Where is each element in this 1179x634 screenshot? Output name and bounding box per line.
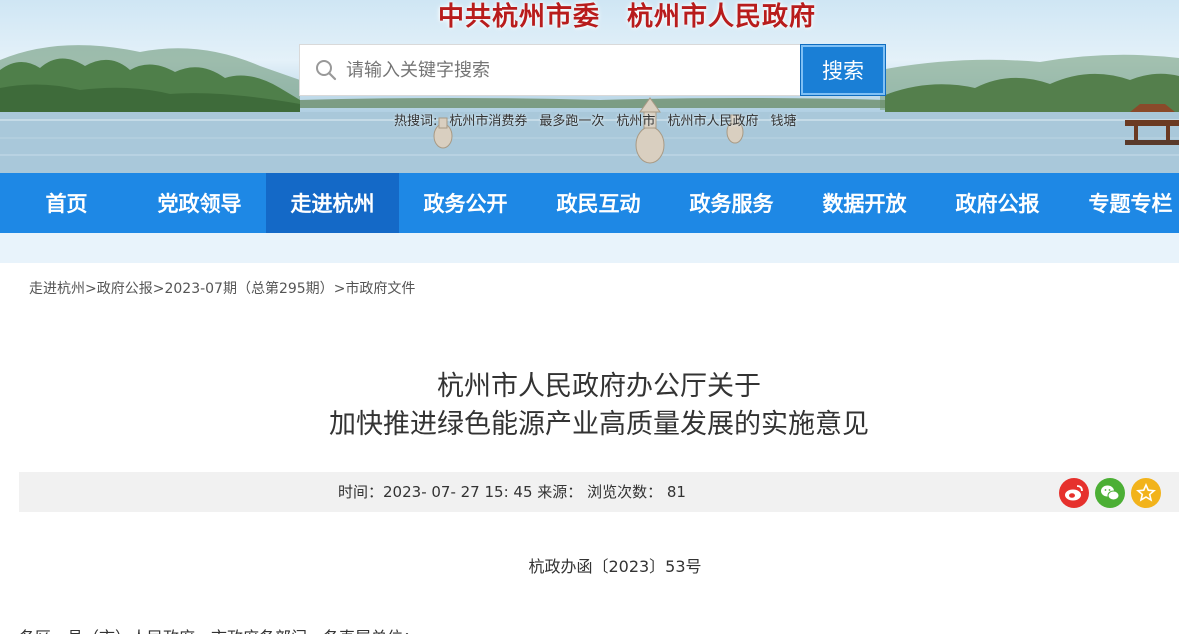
breadcrumb-link[interactable]: 政府公报 — [97, 281, 153, 297]
breadcrumb-separator: > — [152, 281, 165, 297]
nav-item-leadership[interactable]: 党政领导 — [133, 173, 266, 233]
sub-nav-strip — [0, 233, 1179, 263]
wechat-glyph — [1101, 485, 1120, 501]
breadcrumb-link[interactable]: 2023-07期（总第295期） — [164, 281, 333, 297]
article-title-line1: 杭州市人民政府办公厅关于 — [437, 371, 761, 402]
hot-word-link[interactable]: 杭州市人民政府 — [667, 110, 758, 129]
article-meta: 时间：2023- 07- 27 15: 45 来源： 浏览次数： 81 — [338, 472, 686, 512]
article-meta-bar: 时间：2023- 07- 27 15: 45 来源： 浏览次数： 81 — [19, 472, 1179, 512]
meta-views-label: 浏览次数： — [587, 483, 663, 501]
breadcrumb-link[interactable]: 市政府文件 — [345, 281, 415, 297]
breadcrumb: 走进杭州>政府公报>2023-07期（总第295期）>市政府文件 — [29, 278, 415, 298]
search-input[interactable] — [346, 59, 766, 81]
breadcrumb-separator: > — [85, 281, 97, 297]
nav-item-open-data[interactable]: 数据开放 — [798, 173, 931, 233]
meta-time: 2023- 07- 27 15: 45 — [383, 483, 533, 501]
article-title: 杭州市人民政府办公厅关于 加快推进绿色能源产业高质量发展的实施意见 — [0, 368, 1179, 444]
weibo-glyph — [1065, 485, 1083, 501]
main-nav: 首页 党政领导 走进杭州 政务公开 政民互动 政务服务 数据开放 政府公报 专题… — [0, 173, 1179, 233]
nav-item-home[interactable]: 首页 — [0, 173, 133, 233]
header-banner: 中共杭州市委 杭州市人民政府 搜索 热搜词: 杭州市消费券 最多跑一次 杭州市 … — [0, 0, 1179, 173]
nav-item-services[interactable]: 政务服务 — [665, 173, 798, 233]
hot-word-link[interactable]: 杭州市 — [616, 110, 655, 129]
search-icon — [316, 60, 337, 81]
nav-item-special-topics[interactable]: 专题专栏 — [1064, 173, 1179, 233]
search-button[interactable]: 搜索 — [800, 44, 886, 96]
breadcrumb-separator: > — [333, 281, 346, 297]
article-salutation: 各区、县（市）人民政府，市政府各部门、各直属单位： — [19, 624, 419, 634]
hot-word-link[interactable]: 最多跑一次 — [539, 110, 604, 129]
hot-word-link[interactable]: 杭州市消费券 — [449, 110, 527, 129]
document-number: 杭政办函〔2023〕53号 — [528, 557, 702, 576]
hot-words: 热搜词: 杭州市消费券 最多跑一次 杭州市 杭州市人民政府 钱塘 — [394, 110, 796, 129]
nav-item-gazette[interactable]: 政府公报 — [931, 173, 1064, 233]
nav-item-interaction[interactable]: 政民互动 — [532, 173, 665, 233]
breadcrumb-link[interactable]: 走进杭州 — [29, 281, 85, 297]
search-box — [299, 44, 801, 96]
article-title-line2: 加快推进绿色能源产业高质量发展的实施意见 — [329, 409, 869, 440]
meta-source-label: 来源： — [537, 483, 583, 501]
weibo-icon[interactable] — [1059, 478, 1089, 508]
hot-word-link[interactable]: 钱塘 — [770, 110, 796, 129]
meta-views: 81 — [666, 483, 686, 501]
site-title: 中共杭州市委 杭州市人民政府 — [437, 2, 816, 32]
favorite-icon[interactable] — [1131, 478, 1161, 508]
meta-time-label: 时间： — [338, 483, 384, 501]
star-glyph — [1136, 483, 1156, 502]
nav-item-gov-affairs-open[interactable]: 政务公开 — [399, 173, 532, 233]
hot-words-label: 热搜词: — [394, 114, 438, 129]
wechat-icon[interactable] — [1095, 478, 1125, 508]
nav-item-about-hangzhou[interactable]: 走进杭州 — [266, 173, 399, 233]
